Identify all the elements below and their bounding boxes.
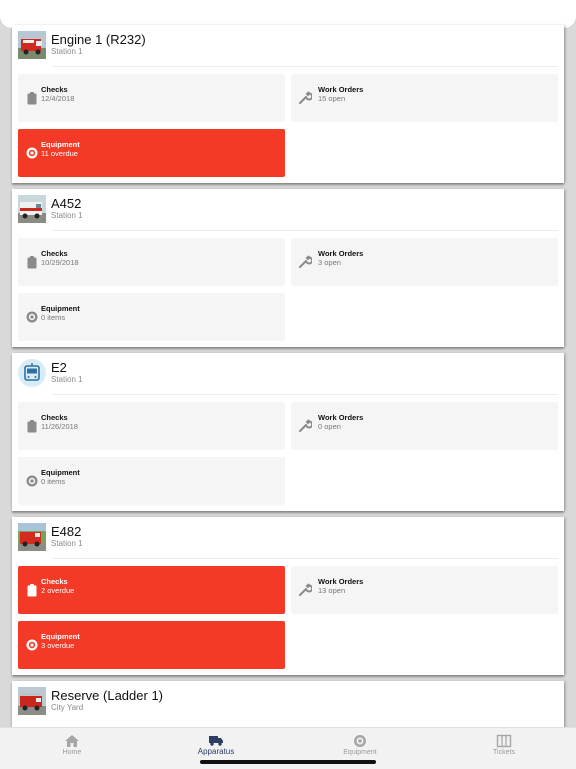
- work-orders-label: Work Orders: [318, 577, 364, 586]
- card-header[interactable]: A452 Station 1: [12, 189, 564, 229]
- gear-icon: [26, 475, 38, 487]
- equipment-value: 0 items: [41, 477, 66, 486]
- gear-icon: [354, 735, 366, 747]
- wrench-icon: [299, 91, 312, 104]
- home-indicator: [200, 760, 376, 764]
- card-header[interactable]: Engine 1 (R232) Station 1: [12, 25, 564, 65]
- apparatus-card[interactable]: Reserve (Ladder 1) City Yard: [12, 681, 564, 727]
- tab-label: Apparatus: [197, 747, 235, 756]
- tickets-icon: [496, 734, 512, 748]
- checks-label: Checks: [41, 249, 68, 258]
- wrench-icon: [299, 419, 312, 432]
- checks-label: Checks: [41, 85, 68, 94]
- apparatus-card[interactable]: A452 Station 1 Checks 10/29/2018 Work Or…: [12, 189, 564, 347]
- work-orders-label: Work Orders: [318, 249, 364, 258]
- apparatus-name: Engine 1 (R232): [51, 32, 146, 47]
- clipboard-icon: [27, 420, 37, 433]
- apparatus-station: City Yard: [51, 703, 84, 712]
- apparatus-name: A452: [51, 196, 82, 211]
- apparatus-thumbnail: [18, 31, 46, 59]
- work-orders-value: 3 open: [318, 258, 341, 267]
- card-header[interactable]: E2 Station 1: [12, 353, 564, 393]
- work-orders-tile[interactable]: Work Orders 3 open: [291, 238, 558, 286]
- gear-icon: [26, 311, 38, 323]
- checks-label: Checks: [41, 577, 68, 586]
- card-header[interactable]: E482 Station 1: [12, 517, 564, 557]
- card-header[interactable]: Reserve (Ladder 1) City Yard: [12, 681, 564, 721]
- tab-label: Tickets: [493, 749, 515, 756]
- apparatus-thumbnail: [18, 195, 46, 223]
- equipment-label: Equipment: [41, 304, 80, 313]
- apparatus-card[interactable]: E2 Station 1 Checks 11/26/2018 Work Orde…: [12, 353, 564, 511]
- equipment-tile[interactable]: Equipment 3 overdue: [18, 621, 285, 669]
- work-orders-value: 13 open: [318, 586, 346, 595]
- tab-tickets[interactable]: Tickets: [432, 728, 576, 769]
- divider: [52, 230, 558, 231]
- work-orders-tile[interactable]: Work Orders 15 open: [291, 74, 558, 122]
- checks-value: 2 overdue: [41, 586, 75, 595]
- checks-tile[interactable]: Checks 2 overdue: [18, 566, 285, 614]
- gear-icon: [26, 147, 38, 159]
- apparatus-list[interactable]: Engine 1 (R232) Station 1 Checks 12/4/20…: [0, 0, 576, 727]
- apparatus-thumbnail: [18, 523, 46, 551]
- work-orders-value: 15 open: [318, 94, 346, 103]
- wrench-icon: [299, 255, 312, 268]
- checks-tile[interactable]: Checks 10/29/2018: [18, 238, 285, 286]
- apparatus-station: Station 1: [51, 539, 83, 548]
- work-orders-value: 0 open: [318, 422, 341, 431]
- equipment-label: Equipment: [41, 140, 80, 149]
- work-orders-tile[interactable]: Work Orders 0 open: [291, 402, 558, 450]
- work-orders-label: Work Orders: [318, 413, 364, 422]
- tab-label: Home: [62, 749, 82, 756]
- clipboard-icon: [27, 256, 37, 269]
- apparatus-card[interactable]: Engine 1 (R232) Station 1 Checks 12/4/20…: [12, 25, 564, 183]
- bus-icon: [18, 359, 46, 387]
- apparatus-card[interactable]: E482 Station 1 Checks 2 overdue Work Ord…: [12, 517, 564, 675]
- wrench-icon: [299, 583, 312, 596]
- tab-label: Equipment: [343, 749, 377, 756]
- equipment-tile[interactable]: Equipment 0 items: [18, 457, 285, 505]
- work-orders-label: Work Orders: [318, 85, 364, 94]
- clipboard-icon: [27, 92, 37, 105]
- apparatus-thumbnail: [18, 687, 46, 715]
- equipment-label: Equipment: [41, 468, 80, 477]
- tab-home[interactable]: Home: [0, 728, 144, 769]
- apparatus-station: Station 1: [51, 211, 83, 220]
- equipment-label: Equipment: [41, 632, 80, 641]
- apparatus-station: Station 1: [51, 375, 83, 384]
- equipment-value: 3 overdue: [41, 641, 75, 650]
- divider: [52, 66, 558, 67]
- divider: [52, 558, 558, 559]
- apparatus-name: Reserve (Ladder 1): [51, 688, 163, 703]
- apparatus-station: Station 1: [51, 47, 83, 56]
- truck-icon: [209, 736, 223, 746]
- clipboard-icon: [27, 584, 37, 597]
- apparatus-name: E2: [51, 360, 67, 375]
- equipment-value: 11 overdue: [41, 149, 78, 158]
- checks-tile[interactable]: Checks 11/26/2018: [18, 402, 285, 450]
- equipment-tile[interactable]: Equipment 11 overdue: [18, 129, 285, 177]
- gear-icon: [26, 639, 38, 651]
- equipment-value: 0 items: [41, 313, 66, 322]
- work-orders-tile[interactable]: Work Orders 13 open: [291, 566, 558, 614]
- divider: [52, 394, 558, 395]
- checks-value: 12/4/2018: [41, 94, 75, 103]
- checks-value: 10/29/2018: [41, 258, 79, 267]
- checks-value: 11/26/2018: [41, 422, 78, 431]
- checks-tile[interactable]: Checks 12/4/2018: [18, 74, 285, 122]
- apparatus-name: E482: [51, 524, 82, 539]
- checks-label: Checks: [41, 413, 68, 422]
- home-icon: [65, 735, 79, 747]
- equipment-tile[interactable]: Equipment 0 items: [18, 293, 285, 341]
